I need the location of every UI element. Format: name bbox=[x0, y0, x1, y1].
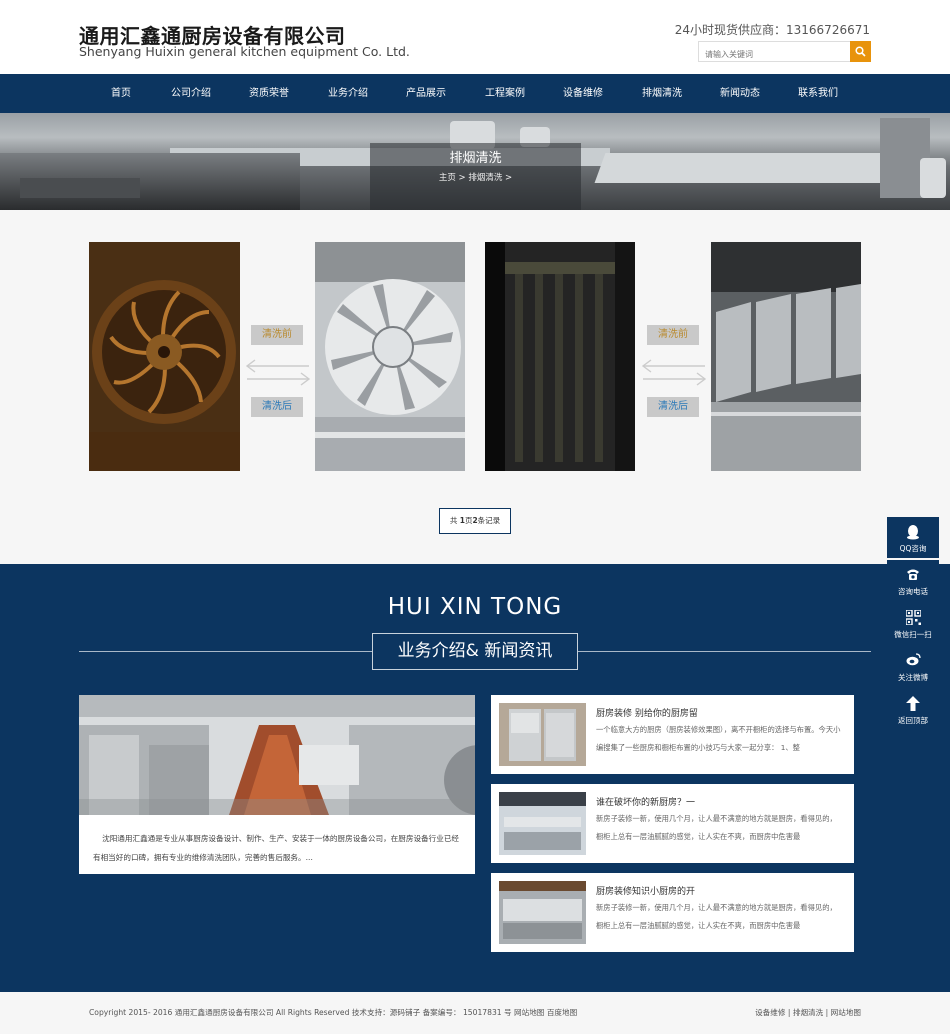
banner-range-shape bbox=[20, 178, 140, 198]
news-thumbnail bbox=[499, 792, 586, 855]
pager-suffix: 条记录 bbox=[477, 516, 501, 525]
news-item[interactable]: 厨房装修知识小厨房的开 新房子装修一新，使用几个月，让人最不满意的地方就是厨房，… bbox=[491, 873, 854, 952]
hotline-text: 24小时现货供应商：13166726671 bbox=[674, 23, 870, 37]
divider-line bbox=[79, 651, 372, 652]
news-title[interactable]: 厨房装修知识小厨房的开 bbox=[596, 884, 695, 897]
page-banner: 排烟清洗 主页 > 排烟清洗 > bbox=[0, 113, 950, 210]
footer-links[interactable]: 设备维修 | 排烟清洗 | 网站地图 bbox=[755, 1007, 861, 1018]
nav-item-honors[interactable]: 资质荣誉 bbox=[234, 74, 304, 113]
fan-before-photo[interactable] bbox=[89, 242, 240, 471]
site-header: 通用汇鑫通厨房设备有限公司 Shenyang Huixin general ki… bbox=[0, 0, 950, 74]
wechat-scan-label: 微信扫一扫 bbox=[894, 630, 932, 639]
nav-item-products[interactable]: 产品展示 bbox=[391, 74, 461, 113]
breadcrumb[interactable]: 主页 > 排烟清洗 > bbox=[370, 171, 581, 183]
weibo-follow-button[interactable]: 关注微博 bbox=[887, 646, 939, 687]
weibo-icon bbox=[906, 653, 921, 666]
pager-prefix: 共 bbox=[449, 516, 460, 525]
weibo-follow-label: 关注微博 bbox=[898, 673, 928, 682]
news-item[interactable]: 厨房装修 别给你的厨房留 一个临意大方的厨房（厨房装修效果图），离不开橱柜的选择… bbox=[491, 695, 854, 774]
back-to-top-button[interactable]: 返回顶部 bbox=[887, 689, 939, 730]
page-title: 排烟清洗 bbox=[449, 151, 502, 166]
double-arrow-icon bbox=[245, 359, 311, 386]
arrow-up-icon bbox=[906, 696, 920, 711]
nav-item-home[interactable]: 首页 bbox=[86, 74, 156, 113]
fan-after-photo[interactable] bbox=[315, 242, 465, 471]
nav-item-repair[interactable]: 设备维修 bbox=[548, 74, 618, 113]
kitchen-photo bbox=[79, 695, 475, 815]
nav-item-business[interactable]: 业务介绍 bbox=[313, 74, 383, 113]
copyright-text: Copyright 2015- 2016 通用汇鑫通厨房设备有限公司 All R… bbox=[89, 1008, 578, 1017]
banner-caption: 排烟清洗 主页 > 排烟清洗 > bbox=[370, 143, 581, 210]
nav-item-news[interactable]: 新闻动态 bbox=[705, 74, 775, 113]
double-arrow-icon bbox=[641, 359, 707, 386]
news-thumbnail bbox=[499, 703, 586, 766]
qq-icon bbox=[907, 525, 919, 540]
cleaning-gallery: 清洗前 清洗后 清洗前 清洗后 共 1页2条记录 bbox=[0, 210, 950, 564]
nav-item-cases[interactable]: 工程案例 bbox=[470, 74, 540, 113]
section-title-en: HUI XIN TONG bbox=[387, 594, 563, 620]
company-name-en: Shenyang Huixin general kitchen equipmen… bbox=[79, 44, 410, 59]
search-box bbox=[698, 41, 871, 64]
banner-table-shape bbox=[594, 153, 906, 183]
news-thumbnail bbox=[499, 881, 586, 944]
search-icon bbox=[855, 46, 866, 57]
after-cleaning-label: 清洗后 bbox=[251, 397, 303, 417]
news-summary: 新房子装修一新，使用几个月，让人最不满意的地方就是厨房，看得见的，橱柜上总有一层… bbox=[596, 903, 837, 930]
business-intro-card[interactable]: 沈阳通用汇鑫通是专业从事厨房设备设计、制作、生产、安装于一体的厨房设备公司，在厨… bbox=[79, 695, 475, 874]
news-summary: 新房子装修一新，使用几个月，让人最不满意的地方就是厨房，看得见的，橱柜上总有一层… bbox=[596, 814, 837, 841]
search-button[interactable] bbox=[850, 41, 871, 62]
phone-icon bbox=[907, 569, 919, 580]
search-input[interactable] bbox=[699, 45, 849, 64]
news-title[interactable]: 谁在破坏你的新厨房？一 bbox=[596, 795, 695, 808]
nav-item-about[interactable]: 公司介绍 bbox=[156, 74, 226, 113]
qrcode-icon bbox=[906, 610, 921, 625]
wechat-scan-button[interactable]: 微信扫一扫 bbox=[887, 603, 939, 644]
nav-item-contact[interactable]: 联系我们 bbox=[783, 74, 853, 113]
news-item[interactable]: 谁在破坏你的新厨房？一 新房子装修一新，使用几个月，让人最不满意的地方就是厨房，… bbox=[491, 784, 854, 863]
main-nav: 首页 公司介绍 资质荣誉 业务介绍 产品展示 工程案例 设备维修 排烟清洗 新闻… bbox=[0, 74, 950, 113]
nav-item-cleaning[interactable]: 排烟清洗 bbox=[627, 74, 697, 113]
divider-line bbox=[578, 651, 871, 652]
qq-consult-button[interactable]: QQ咨询 bbox=[887, 517, 939, 558]
site-footer: Copyright 2015- 2016 通用汇鑫通厨房设备有限公司 All R… bbox=[0, 992, 950, 1034]
section-title-cn: 业务介绍& 新闻资讯 bbox=[372, 633, 578, 670]
pagination[interactable]: 共 1页2条记录 bbox=[439, 508, 511, 534]
hood-before-photo[interactable] bbox=[485, 242, 635, 471]
after-cleaning-label: 清洗后 bbox=[647, 397, 699, 417]
news-summary: 一个临意大方的厨房（厨房装修效果图），离不开橱柜的选择与布置。今天小编搜集了一些… bbox=[596, 725, 841, 752]
before-cleaning-label: 清洗前 bbox=[647, 325, 699, 345]
phone-consult-label: 咨询电话 bbox=[898, 587, 928, 596]
back-to-top-label: 返回顶部 bbox=[898, 716, 928, 725]
hood-after-photo[interactable] bbox=[711, 242, 861, 471]
phone-consult-button[interactable]: 咨询电话 bbox=[887, 560, 939, 601]
business-news-section: HUI XIN TONG 业务介绍& 新闻资讯 沈阳通用汇鑫通是专业从事厨房设备… bbox=[0, 564, 950, 992]
before-cleaning-label: 清洗前 bbox=[251, 325, 303, 345]
banner-mixer-shape bbox=[920, 158, 946, 198]
business-intro-text: 沈阳通用汇鑫通是专业从事厨房设备设计、制作、生产、安装于一体的厨房设备公司，在厨… bbox=[93, 834, 460, 862]
news-title[interactable]: 厨房装修 别给你的厨房留 bbox=[596, 706, 698, 719]
qq-consult-label: QQ咨询 bbox=[899, 544, 927, 553]
